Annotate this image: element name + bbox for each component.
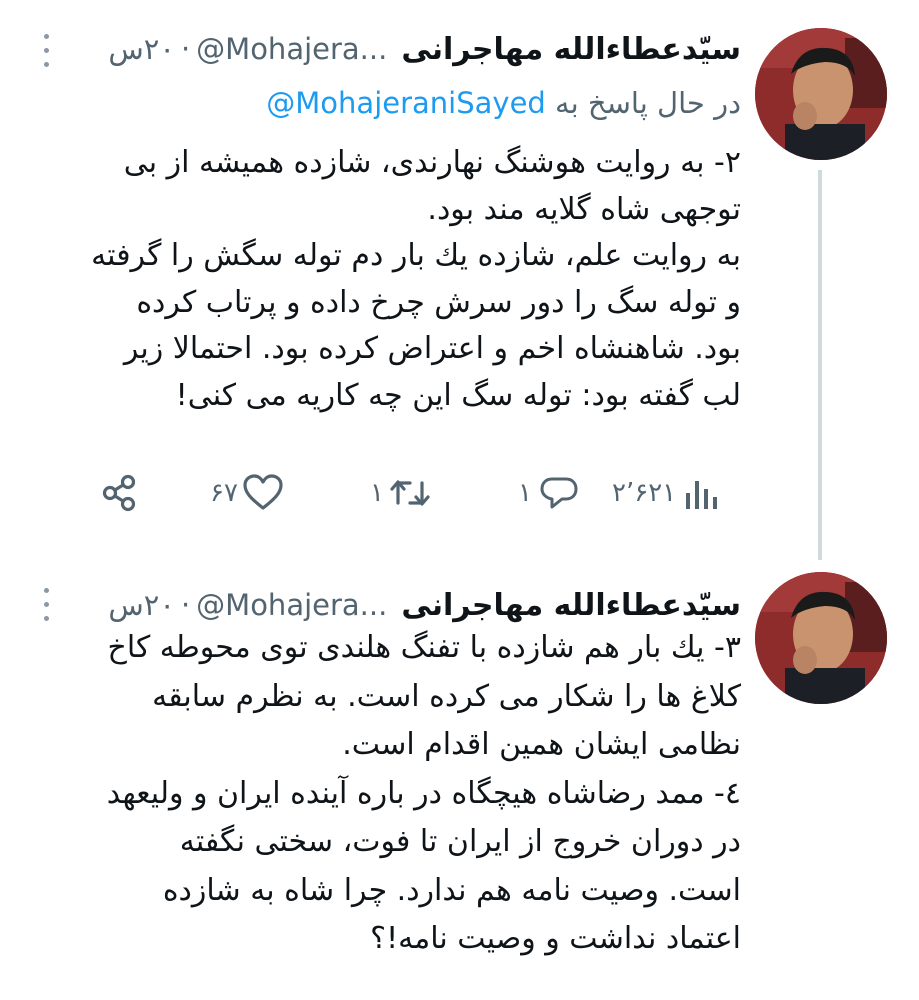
tweet-line: اعتماد نداشت و وصیت نامه!؟: [370, 921, 741, 956]
retweet-count: ۱: [370, 478, 384, 508]
views-button[interactable]: ۲٬۶۲۱: [612, 465, 718, 521]
reply-button[interactable]: ۱: [518, 465, 580, 521]
avatar-image: [755, 572, 887, 704]
tweet-line: لب گفته بود: توله سگ این چه کاریه می کنی…: [175, 377, 741, 413]
tweet-line: ٤- ممد رضاشاه هیچگاه در باره آینده ایران…: [106, 775, 741, 811]
speech-bubble-icon: [540, 477, 578, 509]
thread-line: [818, 170, 822, 560]
tweet-line: نظامی ایشان همین اقدام است.: [342, 727, 741, 762]
tweet-text: ۳- یك بار هم شازده با تفنگ هلندی توی محو…: [41, 624, 741, 964]
replying-prefix: در حال پاسخ به: [555, 86, 741, 120]
reply-count: ۱: [518, 478, 532, 508]
tweet-time[interactable]: ۲۰س: [108, 588, 175, 622]
tweet-line: و توله سگ را دور سرش چرخ داده و پرتاب کر…: [136, 284, 741, 320]
tweet[interactable]: سیّدعطاءالله مهاجرانی @Mohajera... · ۲۰س…: [0, 0, 919, 560]
tweet-header: سیّدعطاءالله مهاجرانی @Mohajera... · ۲۰س: [108, 580, 741, 630]
tweet-line: کلاغ ها را شکار می کرده است. به نظرم ساب…: [152, 678, 741, 714]
share-icon: [102, 474, 136, 512]
tweet-header: سیّدعطاءالله مهاجرانی @Mohajera... · ۲۰س: [108, 24, 741, 74]
author-handle[interactable]: @Mohajera...: [196, 32, 387, 66]
author-name[interactable]: سیّدعطاءالله مهاجرانی: [401, 32, 741, 67]
views-count: ۲٬۶۲۱: [612, 478, 677, 508]
tweet-line: به روایت علم، شازده یك بار دم توله سگش ر…: [91, 238, 741, 274]
avatar[interactable]: [755, 28, 887, 160]
tweet-line: ۳- یك بار هم شازده با تفنگ هلندی توی محو…: [107, 630, 741, 665]
vertical-dots-icon[interactable]: [38, 26, 54, 76]
tweet-text: ۲- به روایت هوشنگ نهارندی، شازده همیشه ا…: [41, 140, 741, 420]
replying-to: در حال پاسخ به @MohajeraniSayed: [266, 86, 741, 120]
replying-mention[interactable]: @MohajeraniSayed: [266, 86, 546, 120]
tweet-line: بود. شاهنشاه اخم و اعتراض کرده بود. احتم…: [123, 331, 741, 367]
author-name[interactable]: سیّدعطاءالله مهاجرانی: [401, 588, 741, 623]
separator: ·: [180, 32, 191, 66]
tweet-line: ۲- به روایت هوشنگ نهارندی، شازده همیشه ا…: [123, 145, 741, 180]
retweet-icon: [390, 480, 430, 506]
share-button[interactable]: [100, 465, 140, 521]
bar-chart-icon: [686, 481, 718, 509]
like-button[interactable]: ۶۷: [210, 465, 284, 521]
tweet-line: است. وصیت نامه هم ندارد. چرا شاه به شازد…: [162, 872, 741, 908]
avatar-image: [755, 28, 887, 160]
like-count: ۶۷: [210, 478, 238, 508]
tweet[interactable]: سیّدعطاءالله مهاجرانی @Mohajera... · ۲۰س…: [0, 560, 919, 1000]
vertical-dots-icon[interactable]: [38, 580, 54, 630]
author-handle[interactable]: @Mohajera...: [196, 588, 387, 622]
retweet-button[interactable]: ۱: [370, 465, 432, 521]
heart-icon: [243, 474, 283, 510]
tweet-time[interactable]: ۲۰س: [108, 32, 175, 66]
separator: ·: [180, 588, 191, 622]
tweet-line: توجهی شاه گلایه مند بود.: [427, 191, 741, 227]
tweet-line: در دوران خروج از ایران تا فوت، سختی نگفت…: [179, 824, 741, 859]
action-bar: ۶۷ ۱ ۱ ۲٬۶۲۱: [100, 465, 730, 521]
avatar[interactable]: [755, 572, 887, 704]
